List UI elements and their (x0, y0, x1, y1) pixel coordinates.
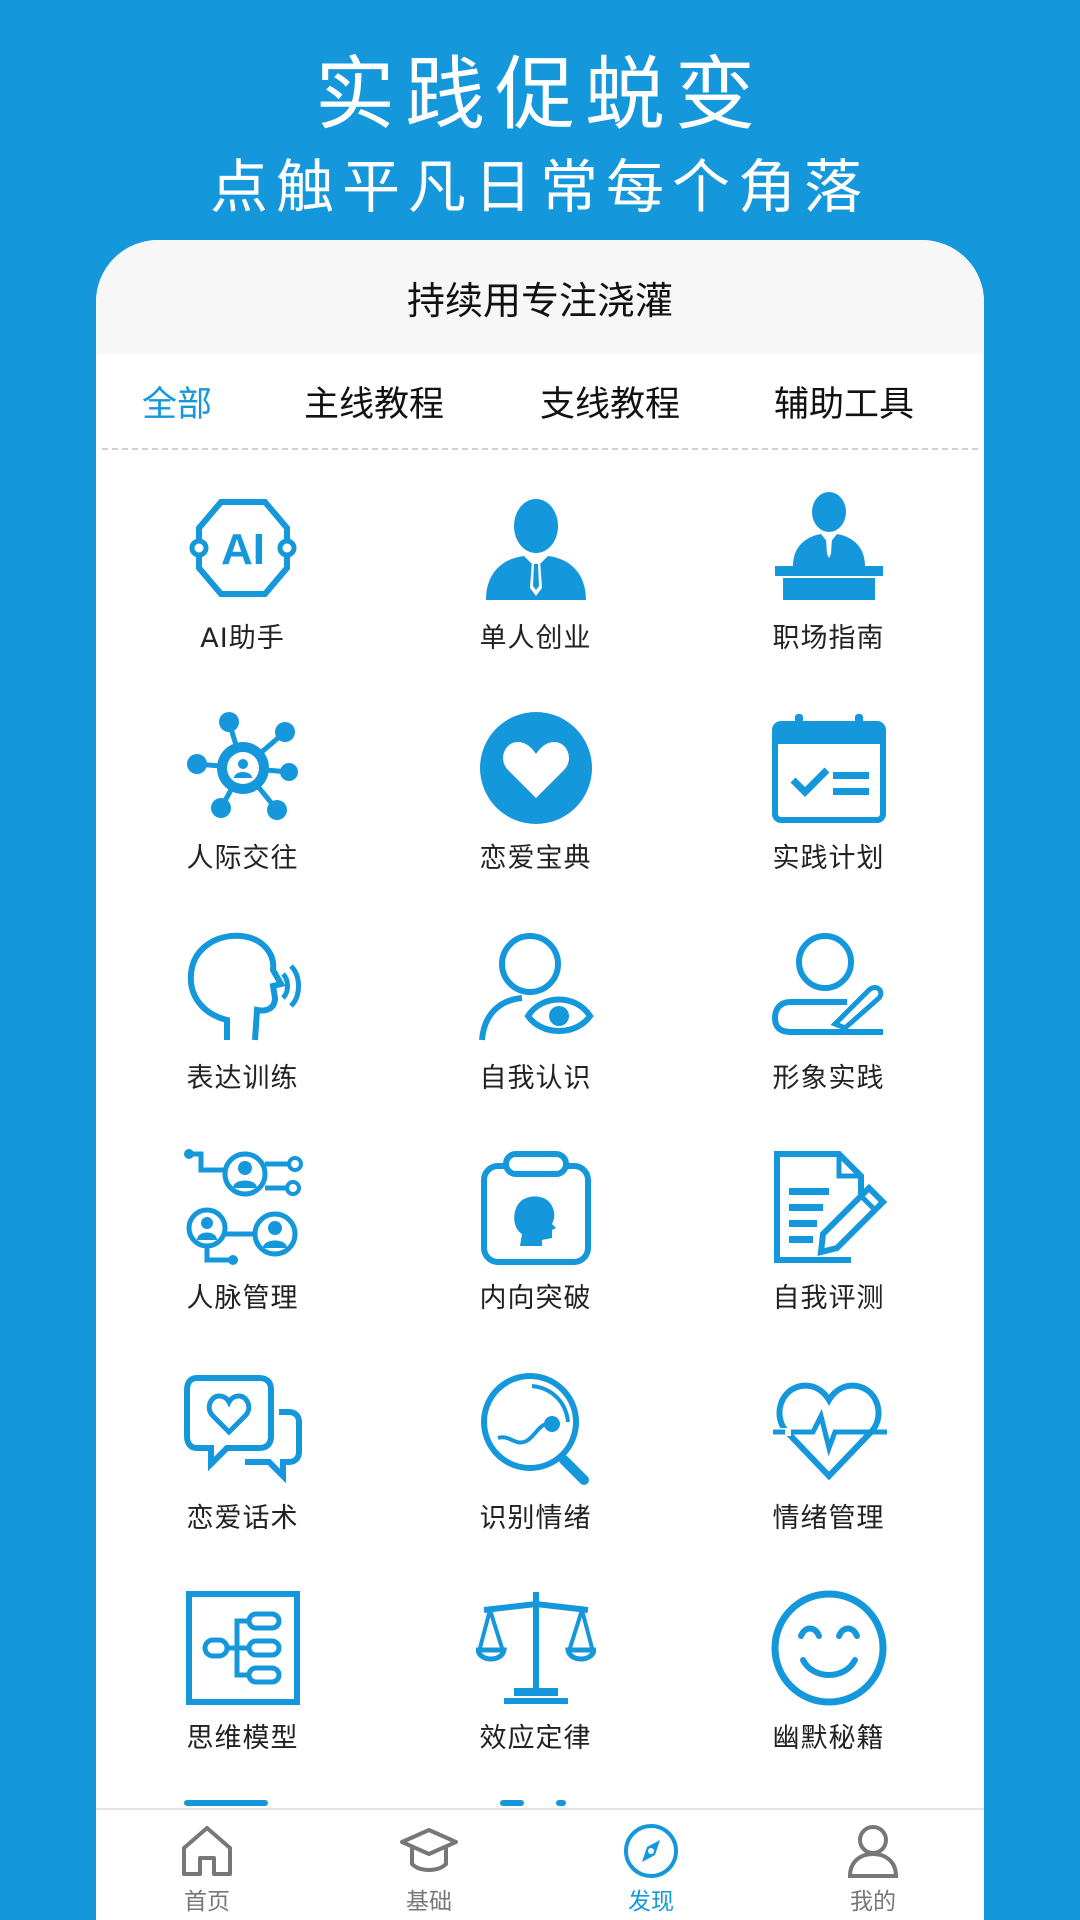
contacts-network-icon (183, 1148, 303, 1268)
grid-item-practice-plan[interactable]: 实践计划 (682, 708, 975, 928)
grid-item-love-guide[interactable]: 恋爱宝典 (389, 708, 682, 928)
grid-item-emotion-management[interactable]: 情绪管理 (682, 1368, 975, 1588)
nav-basics[interactable]: 基础 (318, 1810, 540, 1920)
grid-item-contacts[interactable]: 人脉管理 (96, 1148, 389, 1368)
user-icon (844, 1822, 902, 1880)
compass-icon (622, 1822, 680, 1880)
person-pen-icon (769, 928, 889, 1048)
grid-item-self-assessment[interactable]: 自我评测 (682, 1148, 975, 1368)
grid-item-label: 人际交往 (186, 843, 299, 874)
grid-item-identify-emotion[interactable]: 识别情绪 (389, 1368, 682, 1588)
graduation-cap-icon (400, 1822, 458, 1880)
grid-item-label: 形象实践 (772, 1063, 885, 1094)
grid-item-introvert-breakthrough[interactable]: 内向突破 (389, 1148, 682, 1368)
nav-discover[interactable]: 发现 (540, 1810, 762, 1920)
heart-circle-icon (476, 708, 596, 828)
svg-text:AI: AI (221, 525, 265, 574)
person-eye-icon (476, 928, 596, 1048)
grid-item-ai-assistant[interactable]: AI AI助手 (96, 488, 389, 708)
grid-item-self-awareness[interactable]: 自我认识 (389, 928, 682, 1148)
network-icon (183, 708, 303, 828)
content-card: 持续用专注浇灌 全部 主线教程 支线教程 辅助工具 AI AI助手 单人创业 职… (96, 240, 984, 1920)
grid-item-label: 单人创业 (479, 623, 592, 654)
tab-main-tutorial[interactable]: 主线教程 (304, 376, 444, 427)
calendar-check-icon (769, 708, 889, 828)
grid-item-love-talk[interactable]: 恋爱话术 (96, 1368, 389, 1588)
speaker-podium-icon (769, 488, 889, 608)
nav-home[interactable]: 首页 (96, 1810, 318, 1920)
grid-item-label: 表达训练 (186, 1063, 299, 1094)
heartbeat-icon (768, 1368, 889, 1488)
grid-item-label: 效应定律 (479, 1723, 592, 1754)
document-pen-icon (769, 1148, 889, 1268)
category-tabs: 全部 主线教程 支线教程 辅助工具 (102, 354, 978, 450)
scales-icon (474, 1588, 597, 1708)
ai-chip-icon: AI (183, 488, 303, 608)
grid-item-label: 识别情绪 (479, 1503, 592, 1534)
next-row-peek (184, 1800, 268, 1806)
bottom-nav: 首页 基础 发现 我的 (96, 1808, 984, 1920)
feature-grid: AI AI助手 单人创业 职场指南 人际交往 恋爱宝典 实践计划 表达训练 自我… (96, 488, 984, 1808)
businessman-icon (476, 488, 596, 608)
grid-item-label: 职场指南 (772, 623, 885, 654)
grid-item-label: 恋爱宝典 (479, 843, 592, 874)
grid-item-label: AI助手 (200, 623, 285, 654)
grid-item-label: 自我评测 (772, 1283, 885, 1314)
hero-title: 实践促蜕变 (315, 48, 765, 141)
grid-item-workplace-guide[interactable]: 职场指南 (682, 488, 975, 708)
grid-item-label: 自我认识 (479, 1063, 592, 1094)
grid-item-expression-training[interactable]: 表达训练 (96, 928, 389, 1148)
grid-item-solo-startup[interactable]: 单人创业 (389, 488, 682, 708)
grid-item-humor-tips[interactable]: 幽默秘籍 (682, 1588, 975, 1808)
grid-item-effects-laws[interactable]: 效应定律 (389, 1588, 682, 1808)
grid-item-social[interactable]: 人际交往 (96, 708, 389, 928)
nav-label: 基础 (406, 1889, 452, 1915)
hero-subtitle: 点触平凡日常每个角落 (209, 153, 870, 221)
smiley-icon (769, 1588, 889, 1708)
nav-mine[interactable]: 我的 (762, 1810, 984, 1920)
grid-item-label: 思维模型 (186, 1723, 299, 1754)
grid-item-label: 实践计划 (772, 843, 885, 874)
card-header: 持续用专注浇灌 (96, 240, 984, 354)
tab-all[interactable]: 全部 (142, 376, 212, 427)
magnifier-icon (476, 1368, 596, 1488)
tab-side-tutorial[interactable]: 支线教程 (540, 376, 680, 427)
chat-heart-icon (183, 1368, 303, 1488)
next-row-peek (556, 1800, 566, 1806)
grid-item-label: 情绪管理 (772, 1503, 885, 1534)
grid-item-label: 恋爱话术 (186, 1503, 299, 1534)
clipboard-head-icon (476, 1148, 596, 1268)
nav-label: 我的 (850, 1889, 896, 1915)
nav-label: 发现 (628, 1889, 674, 1915)
grid-item-label: 幽默秘籍 (772, 1723, 885, 1754)
grid-item-label: 人脉管理 (186, 1283, 299, 1314)
grid-item-thinking-model[interactable]: 思维模型 (96, 1588, 389, 1808)
speaking-head-icon (183, 928, 303, 1048)
nav-label: 首页 (184, 1889, 230, 1915)
flowchart-icon (183, 1588, 303, 1708)
grid-item-image-practice[interactable]: 形象实践 (682, 928, 975, 1148)
grid-item-label: 内向突破 (479, 1283, 592, 1314)
next-row-peek (500, 1800, 524, 1806)
tab-tools[interactable]: 辅助工具 (774, 376, 914, 427)
home-icon (178, 1822, 236, 1880)
